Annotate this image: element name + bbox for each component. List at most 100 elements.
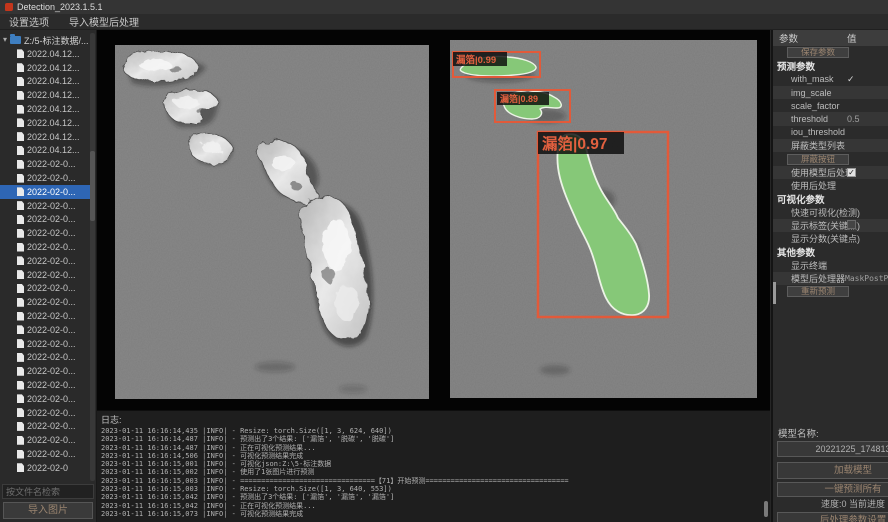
tree-item[interactable]: 2022-02-0...	[0, 268, 90, 282]
param-label: 使用后处理	[773, 179, 847, 192]
tree-item[interactable]: 2022-02-0...	[0, 378, 90, 392]
tree-item[interactable]: 2022-02-0...	[0, 213, 90, 227]
tree-item[interactable]: 2022.04.12...	[0, 102, 90, 116]
tree-item[interactable]: 2022-02-0...	[0, 185, 90, 199]
param-row[interactable]: 显示分数(关键点)	[773, 232, 888, 245]
menu-item-import-postprocess[interactable]: 导入模型后处理	[69, 14, 139, 29]
tree-scrollbar-handle[interactable]	[90, 151, 95, 221]
param-row[interactable]: iou_threshold	[773, 126, 888, 139]
param-section-header: 其他参数	[773, 245, 888, 258]
tree-item[interactable]: 2022-02-0...	[0, 282, 90, 296]
param-button[interactable]: 屏蔽按钮	[787, 154, 849, 165]
param-row[interactable]: img_scale	[773, 86, 888, 99]
tree-item[interactable]: 2022.04.12...	[0, 61, 90, 75]
tree-item[interactable]: 2022-02-0...	[0, 351, 90, 365]
predict-all-button[interactable]: 一键预测所有	[777, 482, 888, 497]
log-scrollbar-handle[interactable]	[764, 501, 768, 517]
file-icon	[17, 312, 24, 321]
log-lines[interactable]: 2023-01-11 16:16:14,435 |INFO| - Resize:…	[101, 427, 766, 518]
file-icon	[17, 174, 24, 183]
tree-item[interactable]: 2022-02-0...	[0, 240, 90, 254]
tree-item[interactable]: 2022-02-0...	[0, 309, 90, 323]
tree-item[interactable]: 2022-02-0...	[0, 171, 90, 185]
tree-item[interactable]: 2022.04.12...	[0, 47, 90, 61]
tree-item-label: 2022.04.12...	[27, 63, 80, 73]
param-label: 显示标签(关键点)	[773, 219, 847, 232]
param-checkbox[interactable]	[847, 220, 856, 229]
original-image-canvas	[115, 45, 429, 399]
tree-item-label: 2022-02-0...	[27, 311, 76, 321]
param-label: 屏蔽类型列表	[773, 139, 847, 152]
prediction-image[interactable]: 漏箔|0.99 漏箔|0.89 漏箔|0.97	[450, 40, 757, 398]
param-row[interactable]: scale_factor	[773, 99, 888, 112]
param-label: 模型后处理器	[773, 272, 845, 285]
tree-item-label: 2022-02-0...	[27, 394, 76, 404]
load-model-button[interactable]: 加载模型	[777, 462, 888, 479]
param-row[interactable]: with_mask✓	[773, 73, 888, 86]
param-row[interactable]: 快速可视化(检测)	[773, 206, 888, 219]
tree-item[interactable]: 2022-02-0...	[0, 447, 90, 461]
param-row[interactable]: 显示标签(关键点)	[773, 219, 888, 232]
file-icon	[17, 256, 24, 265]
tree-root-node[interactable]: ▾ Z:/5-标注数据/...	[0, 33, 90, 47]
tree-item[interactable]: 2022.04.12...	[0, 144, 90, 158]
param-row[interactable]: 显示终端	[773, 259, 888, 272]
file-icon	[17, 298, 24, 307]
file-icon	[17, 394, 24, 403]
tree-item[interactable]: 2022-02-0...	[0, 364, 90, 378]
tree-item[interactable]: 2022-02-0...	[0, 157, 90, 171]
param-row[interactable]: 屏蔽类型列表	[773, 139, 888, 152]
original-image[interactable]	[115, 45, 429, 399]
log-line: 2023-01-11 16:16:15,042 |INFO| - 预测出了3个结…	[101, 493, 766, 501]
params-scrollbar-handle[interactable]	[773, 282, 776, 304]
param-value: ✓	[847, 74, 888, 85]
chevron-down-icon[interactable]: ▾	[3, 36, 7, 44]
model-name-label: 模型名称:	[778, 426, 819, 440]
tree-scrollbar[interactable]	[90, 33, 95, 481]
file-icon	[17, 339, 24, 348]
menu-item-settings[interactable]: 设置选项	[9, 14, 49, 29]
params-header-param: 参数	[773, 31, 847, 45]
log-title: 日志:	[101, 413, 766, 426]
tree-item[interactable]: 2022.04.12...	[0, 116, 90, 130]
tree-item[interactable]: 2022-02-0...	[0, 337, 90, 351]
postprocess-settings-button[interactable]: 后处理参数设置	[777, 512, 888, 522]
tree-item-label: 2022.04.12...	[27, 118, 80, 128]
tree-item[interactable]: 2022-02-0...	[0, 199, 90, 213]
param-checkbox[interactable]: ✓	[847, 168, 856, 177]
tree-item[interactable]: 2022-02-0...	[0, 226, 90, 240]
param-value: ✓	[847, 167, 888, 177]
param-row[interactable]: 使用模型后处理✓	[773, 166, 888, 179]
params-header-value: 值	[847, 31, 857, 45]
tree-list: 2022.04.12...2022.04.12...2022.04.12...2…	[0, 47, 90, 475]
param-label: 预测参数	[773, 59, 833, 73]
tree-item[interactable]: 2022-02-0...	[0, 406, 90, 420]
tree-item[interactable]: 2022-02-0...	[0, 433, 90, 447]
tree-item[interactable]: 2022-02-0...	[0, 295, 90, 309]
log-line: 2023-01-11 16:16:14,487 |INFO| - 正在可视化预测…	[101, 444, 766, 452]
search-input[interactable]	[2, 484, 94, 499]
tree-item[interactable]: 2022-02-0...	[0, 254, 90, 268]
tree-item-label: 2022-02-0...	[27, 339, 76, 349]
tree-item-label: 2022-02-0	[27, 463, 68, 473]
param-button[interactable]: 保存参数	[787, 47, 849, 58]
title-bar: Detection_2023.1.5.1	[0, 0, 888, 14]
tree-item-label: 2022-02-0...	[27, 366, 76, 376]
param-row[interactable]: threshold0.5	[773, 112, 888, 125]
tree-item[interactable]: 2022-02-0	[0, 461, 90, 475]
tree-item[interactable]: 2022-02-0...	[0, 323, 90, 337]
tree-item[interactable]: 2022-02-0...	[0, 392, 90, 406]
tree-item[interactable]: 2022.04.12...	[0, 88, 90, 102]
param-label: scale_factor	[773, 101, 847, 111]
tree-item[interactable]: 2022.04.12...	[0, 130, 90, 144]
file-icon	[17, 201, 24, 210]
model-name-field[interactable]: 20221225_174813	[777, 441, 888, 457]
param-row[interactable]: 使用后处理	[773, 179, 888, 192]
param-row[interactable]: 模型后处理器MaskPostPro	[773, 272, 888, 285]
tree-item[interactable]: 2022-02-0...	[0, 420, 90, 434]
import-images-button[interactable]: 导入图片	[3, 502, 93, 519]
param-label: 其他参数	[773, 245, 833, 259]
tree-item[interactable]: 2022.04.12...	[0, 75, 90, 89]
param-button[interactable]: 重新预测	[787, 286, 849, 297]
params-panel: 参数 值 保存参数预测参数with_mask✓img_scale scale_fa…	[771, 30, 888, 522]
